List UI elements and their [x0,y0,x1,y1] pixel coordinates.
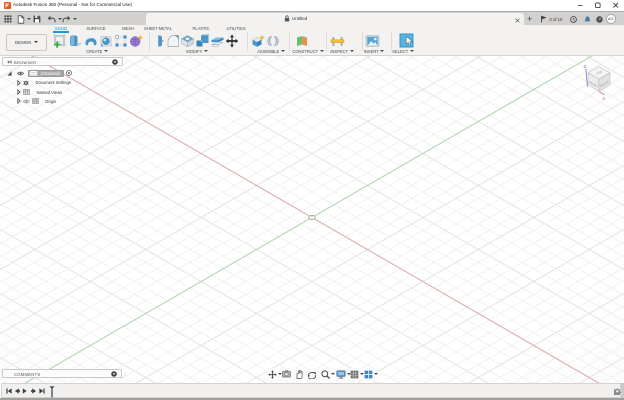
svg-text:X: X [602,96,605,101]
svg-text:Z: Z [584,64,587,69]
svg-text:?: ? [598,17,601,22]
